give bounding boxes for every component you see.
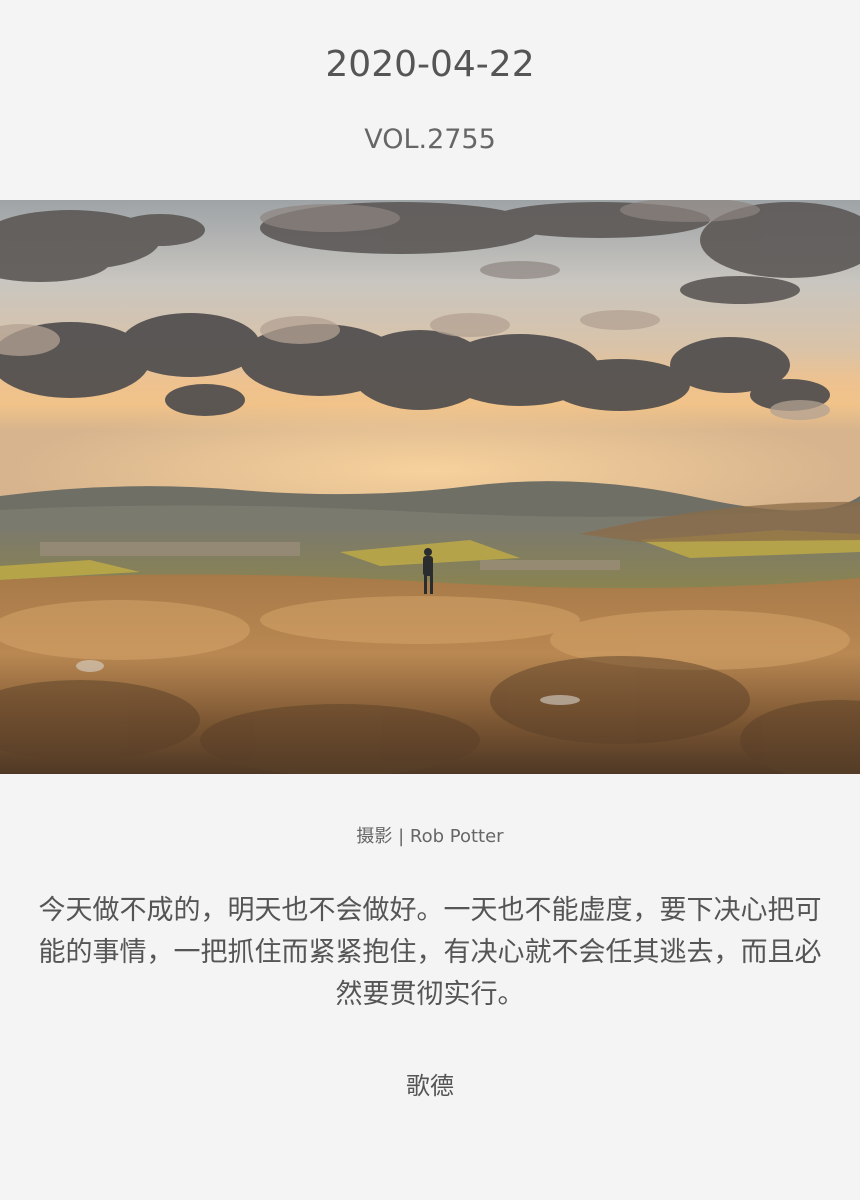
quote-text: 今天做不成的，明天也不会做好。一天也不能虚度，要下决心把可能的事情，一把抓住而紧… — [38, 895, 822, 1010]
daily-quote-card: 2020-04-22 VOL.2755 摄影 | Rob Potter 今天做不… — [0, 0, 860, 1200]
landscape-photo — [0, 200, 860, 774]
volume-label: VOL.2755 — [364, 124, 496, 155]
date-label: 2020-04-22 — [325, 44, 535, 85]
photo-credit: 摄影 | Rob Potter — [356, 826, 504, 847]
quote-author: 歌德 — [406, 1072, 454, 1100]
